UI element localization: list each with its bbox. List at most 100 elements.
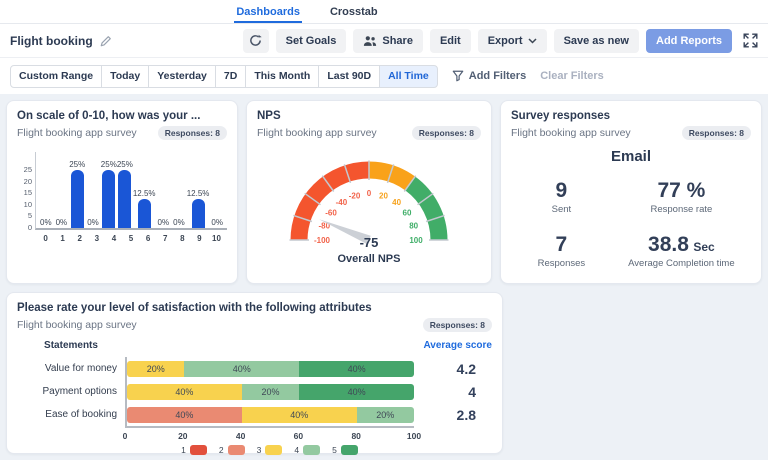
scale-chart-y-axis: 0510152025 [17,152,35,230]
y-tick: 20 [24,177,32,186]
x-tick: 1 [54,234,71,243]
y-tick: 25 [24,165,32,174]
range-this-month[interactable]: This Month [245,65,319,88]
legend-swatch [265,445,282,455]
x-tick: 6 [140,234,157,243]
stat-responses: 7 Responses [511,233,612,269]
stacked-bar: 40%40%20% [127,407,414,423]
bar [102,170,115,228]
x-tick: 0 [37,234,54,243]
range-last-90d[interactable]: Last 90D [318,65,380,88]
add-filters-button[interactable]: Add Filters [452,70,526,82]
share-people-icon [363,35,377,47]
svg-text:60: 60 [403,208,412,217]
average-score-value: 4.2 [414,361,492,377]
fullscreen-icon[interactable] [743,33,758,48]
card-title: On scale of 0-10, how was your ... [17,110,227,122]
stacked-bar-track: 40%20%40% [125,380,414,403]
bar-value-label: 0% [40,218,52,227]
card-subtitle: Flight booking app survey [511,127,631,139]
legend-label: 2 [219,445,224,455]
bar-group: 0% [209,218,225,228]
dashboard-title: Flight booking [10,34,112,48]
bar-value-label: 12.5% [187,189,210,198]
bar-segment-rating-5: 40% [299,384,414,400]
average-score-value: 2.8 [414,407,492,423]
survey-stats-grid: 9 Sent 77 % Response rate 7 Responses 38… [511,179,751,269]
y-tick: 15 [24,188,32,197]
range-custom-range[interactable]: Custom Range [10,65,102,88]
chevron-down-icon [528,38,537,44]
x-tick: 2 [71,234,88,243]
satisfaction-stacked-chart: Statements Average score Value for money… [17,340,492,455]
stat-label: Response rate [612,204,751,215]
bar-segment-rating-3: 40% [127,384,242,400]
bar-value-label: 0% [173,218,185,227]
stat-value: 7 [511,233,612,257]
svg-text:-100: -100 [314,236,331,245]
bar-value-label: 25% [101,160,117,169]
card-survey-responses: Survey responses Flight booking app surv… [500,100,762,284]
bar-value-label: 25% [117,160,133,169]
stacked-bar: 20%40%40% [127,361,414,377]
statement-label: Ease of booking [17,409,125,420]
refresh-button[interactable] [243,29,269,53]
average-score-value: 4 [414,384,492,400]
export-label: Export [488,35,523,47]
legend-item-4: 4 [294,445,320,455]
stat-label: Responses [511,258,612,269]
share-button[interactable]: Share [353,29,423,53]
bar-value-label: 0% [56,218,68,227]
rating-legend: 12345 [125,445,414,455]
tab-dashboards[interactable]: Dashboards [234,6,302,23]
bar-value-label: 0% [211,218,223,227]
stat-label: Sent [511,204,612,215]
bar-group: 12.5% [133,189,156,228]
set-goals-button[interactable]: Set Goals [276,29,347,53]
stat-avg-completion: 38.8 Sec Average Completion time [612,233,751,269]
bar-segment-rating-5: 40% [299,361,414,377]
add-reports-button[interactable]: Add Reports [646,29,732,53]
range-yesterday[interactable]: Yesterday [148,65,216,88]
x-tick: 80 [351,431,360,441]
y-tick: 10 [24,200,32,209]
bar-value-label: 0% [158,218,170,227]
stacked-bar: 40%20%40% [127,384,414,400]
bar-segment-rating-2: 40% [127,407,242,423]
svg-text:100: 100 [409,236,423,245]
range-7d[interactable]: 7D [215,65,246,88]
clear-filters-button[interactable]: Clear Filters [540,70,604,82]
bar [118,170,131,228]
legend-swatch [190,445,207,455]
legend-label: 3 [257,445,262,455]
statement-label: Payment options [17,386,125,397]
responses-badge: Responses: 8 [682,126,751,140]
card-subtitle: Flight booking app survey [257,127,377,139]
x-tick: 7 [157,234,174,243]
bar-group: 0% [85,218,101,228]
legend-label: 4 [294,445,299,455]
edit-label: Edit [440,35,461,47]
stat-value: 38.8 [648,233,689,256]
responses-badge: Responses: 8 [423,318,492,332]
legend-swatch [341,445,358,455]
edit-button[interactable]: Edit [430,29,471,53]
add-reports-label: Add Reports [656,35,722,47]
legend-label: 5 [332,445,337,455]
edit-pencil-icon[interactable] [100,35,112,47]
stat-sent: 9 Sent [511,179,612,215]
bar-group: 0% [54,218,70,228]
stat-unit: Sec [693,240,714,254]
range-today[interactable]: Today [101,65,149,88]
svg-text:40: 40 [392,198,401,207]
tab-crosstab[interactable]: Crosstab [328,6,380,23]
set-goals-label: Set Goals [286,35,337,47]
bar-segment-rating-4: 20% [357,407,414,423]
x-tick: 40 [236,431,245,441]
range-all-time[interactable]: All Time [379,65,438,88]
statement-label: Value for money [17,363,125,374]
bar-value-label: 12.5% [133,189,156,198]
save-as-new-button[interactable]: Save as new [554,29,639,53]
export-button[interactable]: Export [478,29,547,53]
x-tick: 0 [123,431,128,441]
